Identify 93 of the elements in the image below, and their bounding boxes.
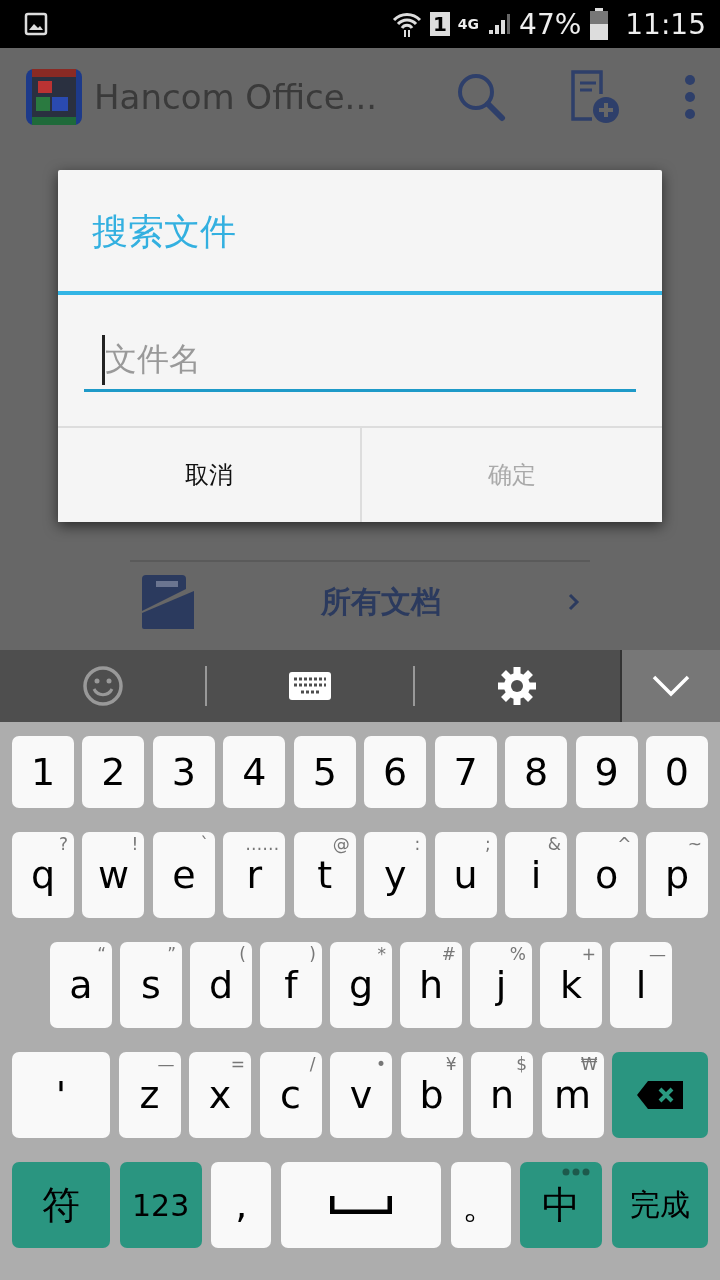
key[interactable]: b ¥ — [400, 1052, 463, 1138]
folder-icon — [140, 573, 194, 631]
key[interactable]: j % — [470, 942, 532, 1028]
key[interactable]: 0 — [645, 736, 708, 808]
key[interactable]: 3 — [152, 736, 215, 808]
key[interactable]: p ~ — [645, 832, 708, 918]
emoji-icon[interactable] — [81, 665, 124, 707]
dialog-button[interactable]: 取消 — [58, 428, 360, 522]
key[interactable]: y : — [364, 832, 427, 918]
key[interactable]: 9 — [575, 736, 638, 808]
key-hint: ! — [131, 834, 139, 854]
key[interactable]: c / — [259, 1052, 322, 1138]
key-hint: & — [547, 834, 562, 854]
key[interactable]: 7 — [434, 736, 497, 808]
key[interactable]: g * — [330, 942, 392, 1028]
key[interactable]: k + — [540, 942, 602, 1028]
key[interactable]: t @ — [293, 832, 356, 918]
battery-percent: 47% — [519, 7, 582, 41]
collapse-keyboard-icon[interactable] — [652, 675, 690, 697]
backspace-icon — [636, 1080, 684, 1110]
key-hint: …… — [245, 834, 280, 854]
key[interactable]: w ! — [82, 832, 145, 918]
key[interactable]: z — — [118, 1052, 181, 1138]
key-hint: — — [157, 1054, 175, 1074]
signal-icon — [487, 12, 512, 36]
key[interactable]: r …… — [223, 832, 286, 918]
sim-indicator: 1 — [429, 12, 450, 36]
function-key[interactable]: 符 — [12, 1162, 110, 1248]
keyboard-icon[interactable] — [287, 670, 333, 702]
key-hint: ? — [58, 834, 68, 854]
key-hint: “ — [97, 944, 106, 964]
key-hint: ) — [309, 944, 316, 964]
wifi-icon — [391, 10, 422, 38]
key-hint: • — [375, 1054, 386, 1074]
key[interactable]: n $ — [471, 1052, 533, 1138]
key[interactable]: 5 — [293, 736, 356, 808]
key[interactable]: v • — [330, 1052, 392, 1138]
settings-icon[interactable] — [497, 666, 538, 706]
key-hint: + — [581, 944, 596, 964]
key-hint: ~ — [687, 834, 702, 854]
key[interactable]: 2 — [82, 736, 145, 808]
search-field[interactable]: 文件名 — [84, 329, 636, 392]
key-hint: — — [649, 944, 666, 964]
key-hint: : — [414, 834, 421, 854]
network-type: 4G — [457, 15, 480, 32]
image-icon — [24, 12, 48, 36]
key-hint: = — [230, 1054, 245, 1074]
key[interactable]: 1 — [12, 736, 74, 808]
key-hint: @ — [332, 834, 350, 854]
key[interactable]: 。 — [450, 1162, 511, 1248]
key[interactable]: m ₩ — [541, 1052, 604, 1138]
key[interactable]: u ; — [434, 832, 497, 918]
key-hint: # — [441, 944, 456, 964]
text-cursor — [102, 335, 105, 385]
clock-time: 11:15 — [625, 7, 706, 41]
item-label: 所有文档 — [320, 582, 442, 621]
key[interactable]: ' — [12, 1052, 110, 1138]
key[interactable]: x = — [189, 1052, 251, 1138]
key[interactable]: o ^ — [575, 832, 638, 918]
key-hint: $ — [516, 1054, 527, 1074]
function-key[interactable]: 中 — [520, 1162, 603, 1248]
key[interactable]: f ) — [260, 942, 322, 1028]
key[interactable]: q ? — [12, 832, 74, 918]
key[interactable]: l — — [610, 942, 672, 1028]
key-hint: ” — [167, 944, 176, 964]
backspace-key[interactable] — [612, 1052, 708, 1138]
key[interactable]: e ` — [152, 832, 215, 918]
key-hint: % — [509, 944, 526, 964]
key[interactable]: 6 — [364, 736, 427, 808]
battery-icon — [589, 8, 610, 40]
key[interactable]: s ” — [120, 942, 182, 1028]
key-hint: ₩ — [580, 1054, 598, 1074]
key-hint: ^ — [617, 834, 632, 854]
key[interactable]: 4 — [223, 736, 286, 808]
app-logo-icon — [26, 68, 82, 125]
key[interactable]: a “ — [50, 942, 112, 1028]
function-key[interactable]: 完成 — [611, 1162, 708, 1248]
dialog-title: 搜索文件 — [91, 210, 237, 254]
key[interactable]: i & — [505, 832, 568, 918]
key[interactable]: , — [211, 1162, 272, 1248]
key-hint: ( — [239, 944, 246, 964]
space-key[interactable] — [280, 1162, 441, 1248]
space-bar-icon — [329, 1196, 392, 1214]
key[interactable]: h # — [400, 942, 462, 1028]
key-hint: ; — [484, 834, 491, 854]
key[interactable]: d ( — [190, 942, 252, 1028]
chevron-right-icon — [568, 593, 580, 611]
key-hint: / — [309, 1054, 316, 1074]
key-hint: ¥ — [445, 1054, 457, 1074]
key-hint: ` — [200, 834, 209, 854]
key-hint: * — [377, 944, 386, 964]
key[interactable]: 8 — [505, 736, 568, 808]
function-key[interactable]: 123 — [119, 1162, 202, 1248]
